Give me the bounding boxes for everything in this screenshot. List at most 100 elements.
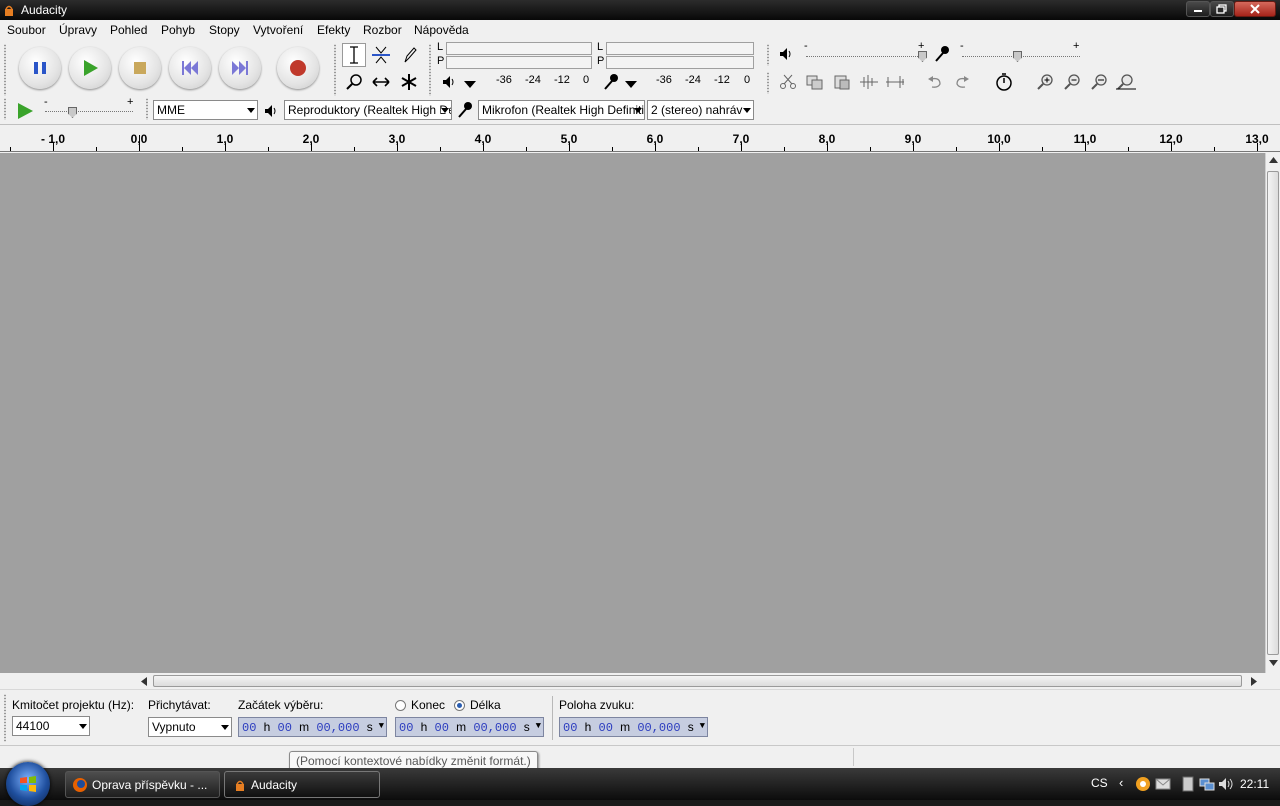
input-channels-select[interactable]: 2 (stereo) nahráv [647, 100, 754, 120]
menu-efekty[interactable]: Efekty [317, 23, 350, 37]
redo-button[interactable] [950, 70, 974, 94]
vertical-scrollbar[interactable] [1265, 153, 1280, 673]
silence-icon [886, 76, 904, 88]
toolbar-grip[interactable] [145, 98, 149, 120]
play-position-marker[interactable] [139, 135, 145, 151]
scroll-right-icon[interactable] [1251, 677, 1258, 686]
selection-length-time[interactable]: 00 h 00 m 00,000 s ▼ [395, 717, 544, 737]
selection-tool[interactable] [342, 43, 366, 67]
zoom-out-button[interactable] [1060, 70, 1084, 94]
taskbar: Oprava příspěvku - ... Audacity CS ‹ 22:… [0, 762, 1280, 806]
envelope-tool[interactable] [369, 43, 393, 67]
device-icon[interactable] [1181, 776, 1195, 792]
multi-tool[interactable] [397, 70, 421, 94]
toolbar-grip[interactable] [333, 44, 337, 96]
clock[interactable]: 22:11 [1240, 777, 1269, 791]
toolbar-grip[interactable] [3, 44, 7, 96]
restore-button[interactable] [1210, 1, 1234, 17]
meter-channel-left: L [437, 41, 444, 53]
time-format-icon[interactable]: ▼ [379, 721, 384, 731]
taskbar-item-firefox[interactable]: Oprava příspěvku - ... [65, 771, 220, 798]
audio-host-select[interactable]: MME [153, 100, 258, 120]
project-rate-select[interactable]: 44100 [12, 716, 90, 736]
time-seconds: 00,000 [316, 721, 360, 735]
play-button[interactable] [69, 47, 111, 89]
vertical-scroll-thumb[interactable] [1267, 171, 1279, 655]
end-label: Konec [411, 698, 446, 712]
audio-position-time[interactable]: 00 h 00 m 00,000 s ▼ [559, 717, 708, 737]
language-indicator[interactable]: CS [1091, 776, 1108, 790]
envelope-icon [372, 46, 390, 64]
taskbar-item-audacity[interactable]: Audacity [224, 771, 380, 798]
snap-to-select[interactable]: Vypnuto [148, 717, 232, 737]
minimize-button[interactable] [1186, 1, 1210, 17]
show-hidden-icons-icon[interactable]: ‹ [1119, 775, 1123, 790]
trim-button[interactable] [857, 70, 881, 94]
scroll-left-icon[interactable] [141, 677, 148, 686]
toolbar-grip[interactable] [3, 98, 7, 120]
ruler-tick [1042, 147, 1043, 151]
copy-button[interactable] [803, 70, 827, 94]
playback-meter-menu-icon[interactable] [463, 79, 477, 89]
scroll-down-icon[interactable] [1269, 660, 1278, 667]
volume-icon[interactable] [1218, 777, 1234, 791]
draw-tool[interactable] [397, 43, 421, 67]
zoom-tool[interactable] [342, 70, 366, 94]
record-button[interactable] [277, 47, 319, 89]
undo-icon [928, 76, 941, 88]
start-button[interactable] [6, 762, 50, 806]
input-device-select[interactable]: Mikrofon (Realtek High Definiti [478, 100, 645, 120]
time-shift-tool[interactable] [369, 70, 393, 94]
time-unit-h: h [263, 720, 271, 734]
time-format-icon[interactable]: ▼ [700, 721, 705, 731]
output-device-select[interactable]: Reproduktory (Realtek High De [284, 100, 452, 120]
skip-to-end-button[interactable] [219, 47, 261, 89]
speed-track[interactable] [45, 111, 133, 112]
speaker-icon [265, 105, 276, 117]
speed-thumb[interactable] [68, 107, 77, 118]
menu-soubor[interactable]: Soubor [7, 23, 46, 37]
fit-project-button[interactable] [1114, 70, 1138, 94]
toolbar-grip[interactable] [766, 72, 770, 94]
cut-button[interactable] [776, 70, 800, 94]
toolbar-grip[interactable] [766, 44, 770, 66]
menu-pohled[interactable]: Pohled [110, 23, 147, 37]
horizontal-scroll-thumb[interactable] [153, 675, 1242, 687]
selection-start-time[interactable]: 00 h 00 m 00,000 s ▼ [238, 717, 387, 737]
stop-button[interactable] [119, 47, 161, 89]
horizontal-scrollbar[interactable] [137, 673, 1265, 689]
silence-button[interactable] [883, 70, 907, 94]
output-volume-thumb[interactable] [918, 51, 927, 62]
ruler-tick [870, 147, 871, 151]
undo-button[interactable] [923, 70, 947, 94]
time-format-icon[interactable]: ▼ [536, 721, 541, 731]
menu-rozbor[interactable]: Rozbor [363, 23, 402, 37]
skip-to-start-button[interactable] [169, 47, 211, 89]
menu-upravy[interactable]: Úpravy [59, 23, 97, 37]
menu-napoveda[interactable]: Nápověda [414, 23, 469, 37]
length-radio[interactable] [454, 700, 465, 711]
close-button[interactable] [1234, 1, 1276, 17]
scroll-up-icon[interactable] [1269, 157, 1278, 164]
toolbar-grip[interactable] [3, 694, 7, 742]
input-volume-thumb[interactable] [1013, 51, 1022, 62]
paste-button[interactable] [830, 70, 854, 94]
pause-button[interactable] [19, 47, 61, 89]
menu-stopy[interactable]: Stopy [209, 23, 240, 37]
network-icon[interactable] [1199, 776, 1215, 792]
tray-app-icon[interactable] [1135, 776, 1151, 792]
sync-lock-button[interactable] [992, 70, 1016, 94]
timeline-ruler[interactable]: - 1,0 0,0 1,0 2,0 3,0 4,0 5,0 6,0 7,0 8,0 9,0 10,0 1… [0, 124, 1280, 152]
zoom-in-button[interactable] [1033, 70, 1057, 94]
output-volume-track[interactable] [806, 56, 926, 57]
menu-pohyb[interactable]: Pohyb [161, 23, 195, 37]
play-at-speed-icon[interactable] [15, 101, 35, 121]
mail-icon[interactable] [1155, 778, 1171, 790]
record-meter-menu-icon[interactable] [624, 79, 638, 89]
menu-vytvoreni[interactable]: Vytvoření [253, 23, 303, 37]
end-radio[interactable] [395, 700, 406, 711]
fit-selection-button[interactable] [1087, 70, 1111, 94]
toolbar-grip[interactable] [428, 44, 432, 96]
track-panel[interactable] [0, 153, 1265, 673]
speaker-icon [443, 76, 454, 88]
